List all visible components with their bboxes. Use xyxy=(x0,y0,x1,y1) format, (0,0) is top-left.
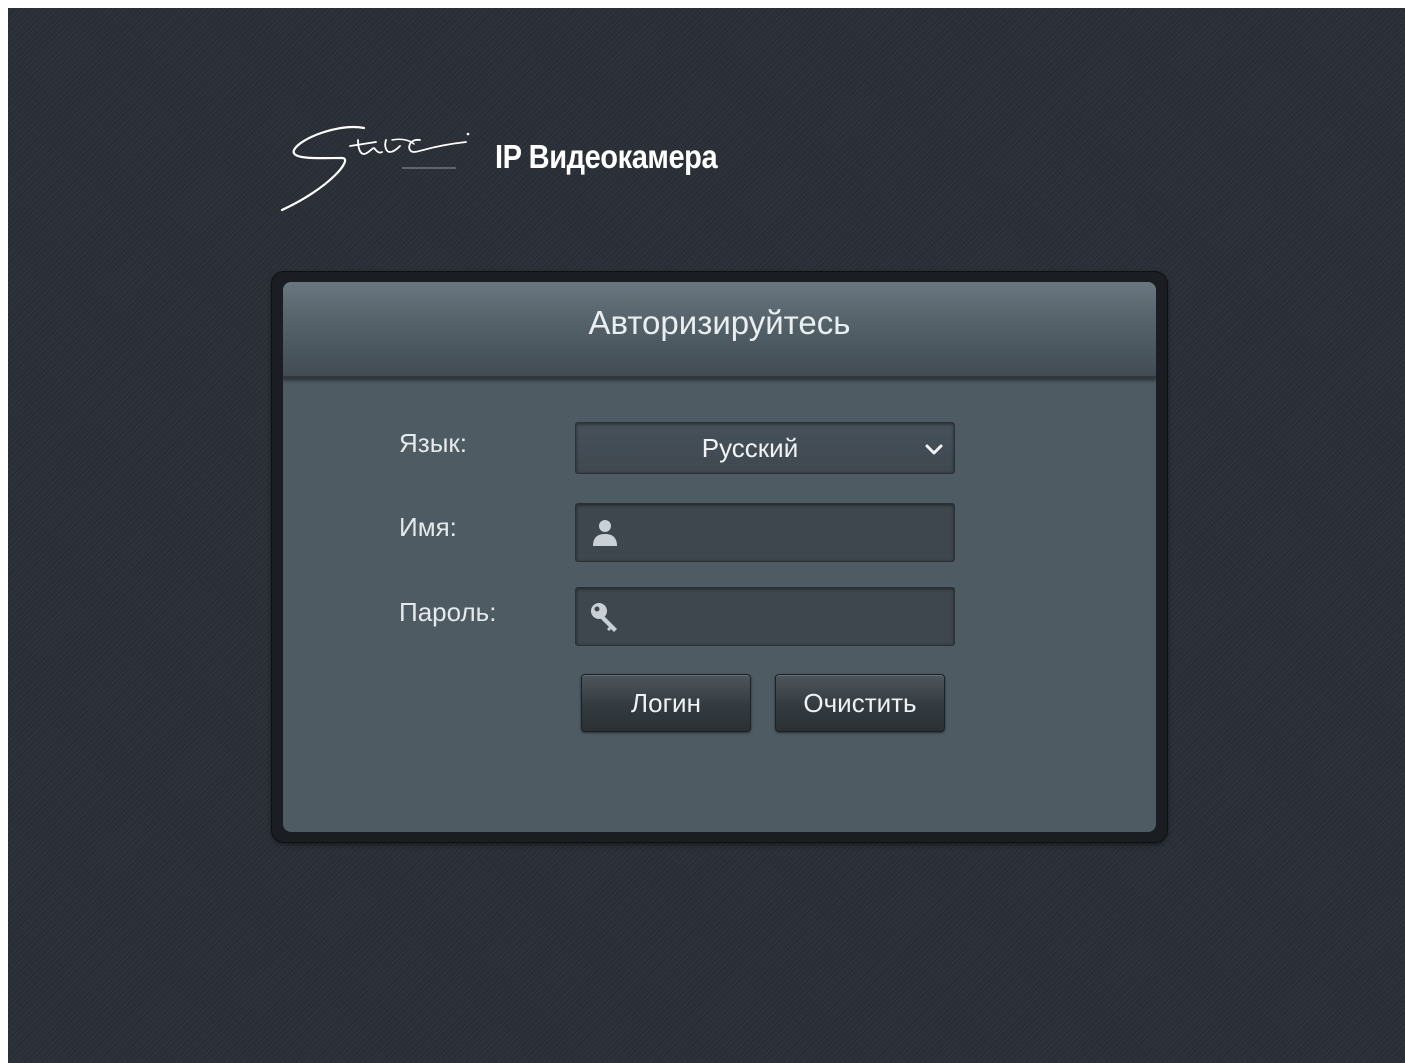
login-button[interactable]: Логин xyxy=(581,674,751,732)
clear-button[interactable]: Очистить xyxy=(775,674,945,732)
password-input[interactable] xyxy=(575,587,955,646)
user-icon xyxy=(593,520,617,546)
chevron-down-icon xyxy=(925,444,943,455)
login-panel-header: Авторизируйтесь xyxy=(283,282,1156,379)
language-select[interactable]: Русский xyxy=(575,422,955,474)
key-icon xyxy=(591,603,617,632)
brand-header: IP Видеокамера xyxy=(280,118,800,218)
password-label: Пароль: xyxy=(399,597,497,627)
login-panel-frame: Авторизируйтесь Язык: Русский Имя: Парол… xyxy=(272,272,1167,842)
login-title: Авторизируйтесь xyxy=(588,304,851,341)
language-label: Язык: xyxy=(399,428,467,458)
username-label: Имя: xyxy=(399,512,457,542)
brand-title: IP Видеокамера xyxy=(495,138,718,175)
language-select-value: Русский xyxy=(701,433,799,463)
login-panel: Авторизируйтесь Язык: Русский Имя: Парол… xyxy=(283,282,1156,832)
username-input[interactable] xyxy=(575,503,955,562)
stic-soft-logo xyxy=(280,125,470,212)
